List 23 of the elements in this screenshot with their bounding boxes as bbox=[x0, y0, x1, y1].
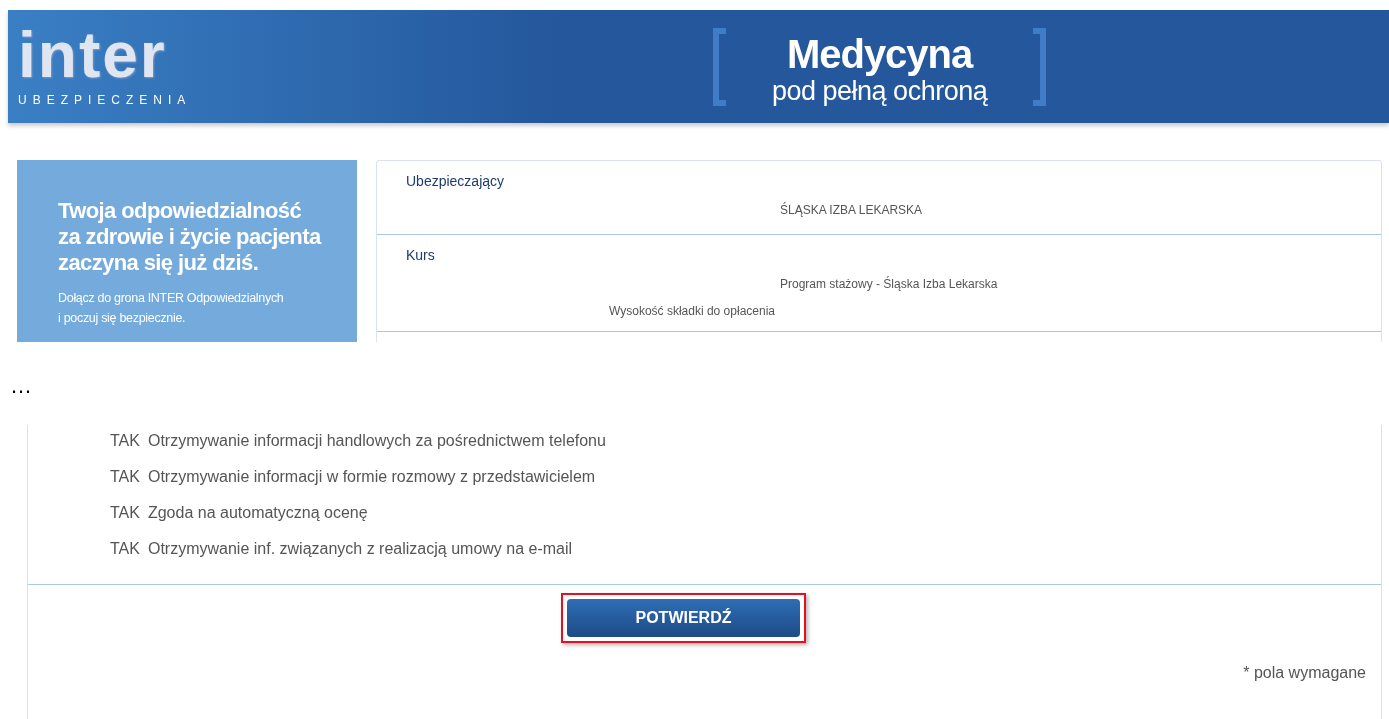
tagline-subtitle: pod pełną ochroną bbox=[772, 77, 988, 105]
required-note: * pola wymagane bbox=[1243, 663, 1366, 683]
logo[interactable]: inter UBEZPIECZENIA bbox=[18, 24, 233, 109]
tagline-title: Medycyna bbox=[786, 33, 973, 74]
consent-answer: TAK bbox=[110, 538, 140, 559]
ellipsis: … bbox=[10, 374, 32, 398]
section-note: Wysokość składki do opłacenia bbox=[609, 303, 775, 320]
consent-answer: TAK bbox=[110, 502, 140, 523]
section-label: Ubezpieczający bbox=[406, 172, 505, 191]
bracket-right-icon bbox=[1033, 27, 1047, 106]
promo-text: Dołącz do grona INTER Odpowiedzialnych i poczuj się bezpiecznie. bbox=[58, 290, 285, 327]
consent-answer: TAK bbox=[110, 430, 140, 451]
consent-answer: TAK bbox=[110, 466, 140, 487]
confirm-button[interactable]: POTWIERDŹ bbox=[567, 599, 800, 637]
section-label: Kurs bbox=[406, 246, 435, 265]
section-value: ŚLĄSKA IZBA LEKARSKA bbox=[780, 201, 923, 219]
consent-text: Zgoda na automatyczną ocenę bbox=[147, 502, 368, 523]
bracket-left-icon bbox=[713, 27, 726, 106]
section-value: Program stażowy - Śląska Izba Lekarska bbox=[780, 275, 998, 293]
consent-text: Otrzymywanie inf. związanych z realizacją umowy na e-mail bbox=[147, 538, 573, 559]
consent-text: Otrzymywanie informacji handlowych za pośrednictwem telefonu bbox=[147, 430, 606, 451]
promo-headline: Twoja odpowiedzialność za zdrowie i życie pacjenta zaczyna się już dziś. bbox=[58, 198, 323, 276]
consent-text: Otrzymywanie informacji w formie rozmowy z przedstawicielem bbox=[147, 466, 596, 487]
